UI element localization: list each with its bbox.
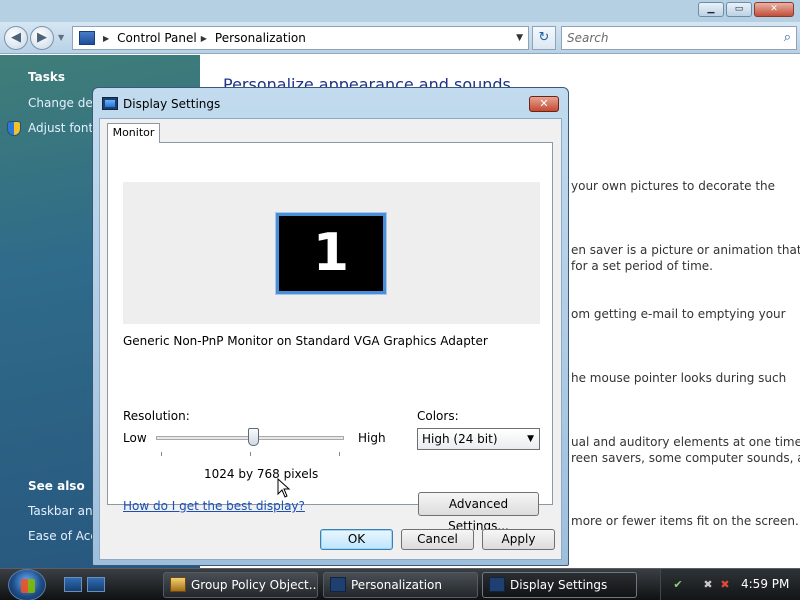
resolution-low-label: Low	[123, 431, 147, 445]
taskbar-button-display-settings[interactable]: Display Settings	[482, 572, 637, 598]
slider-tick	[161, 452, 162, 456]
content-description: en saver is a picture or animation that	[571, 243, 800, 257]
show-desktop-icon[interactable]	[64, 577, 82, 592]
slider-tick	[250, 452, 251, 456]
window-caption-buttons: ▁ ▭ ✕	[698, 2, 794, 17]
dialog-body: Monitor 1 Generic Non-PnP Monitor on Sta…	[99, 118, 562, 560]
search-input[interactable]: Search ⌕	[561, 26, 797, 50]
resolution-high-label: High	[358, 431, 386, 445]
personalization-icon	[330, 577, 346, 592]
control-panel-icon	[79, 31, 95, 45]
monitor-preview-area: 1	[123, 182, 540, 324]
clock[interactable]: 4:59 PM	[741, 577, 789, 591]
dialog-close-button[interactable]: ✕	[529, 96, 559, 112]
start-button[interactable]	[8, 569, 46, 600]
cancel-button[interactable]: Cancel	[401, 529, 474, 550]
chevron-down-icon: ▼	[527, 434, 534, 444]
address-bar[interactable]: ▶ Control Panel ▶ Personalization ▼	[72, 26, 529, 50]
colors-select[interactable]: High (24 bit) ▼	[417, 428, 540, 450]
display-settings-icon	[102, 97, 118, 110]
shield-icon	[7, 121, 21, 136]
maximize-button[interactable]: ▭	[726, 2, 752, 17]
refresh-button[interactable]: ↻	[532, 26, 556, 50]
content-description: your own pictures to decorate the	[571, 179, 776, 193]
system-tray: ✔ ✖ ✖ 4:59 PM	[660, 569, 800, 600]
content-description: for a set period of time.	[571, 259, 713, 273]
tasks-heading: Tasks	[28, 70, 66, 84]
see-also-heading: See also	[28, 479, 85, 493]
mouse-cursor-icon	[277, 478, 291, 498]
slider-tick	[339, 452, 340, 456]
taskbar: Group Policy Object... Personalization D…	[0, 568, 800, 600]
display-settings-icon	[489, 577, 505, 592]
breadcrumb-personalization[interactable]: Personalization	[215, 31, 306, 45]
taskbar-button-label: Display Settings	[510, 578, 608, 592]
content-description: ual and auditory elements at one time	[571, 435, 800, 449]
taskbar-button-label: Group Policy Object...	[191, 578, 318, 592]
advanced-settings-button[interactable]: Advanced Settings...	[418, 492, 539, 533]
resolution-slider-thumb[interactable]	[248, 428, 259, 446]
colors-selected-value: High (24 bit)	[422, 432, 498, 446]
monitor-1-icon[interactable]: 1	[275, 212, 387, 295]
content-description: om getting e-mail to emptying your	[571, 307, 786, 321]
close-button[interactable]: ✕	[754, 2, 794, 17]
content-description: more or fewer items fit on the screen.	[571, 514, 799, 528]
resolution-label: Resolution:	[123, 409, 190, 423]
colors-label: Colors:	[417, 409, 459, 423]
forward-button[interactable]: ▶	[30, 26, 54, 50]
see-also-link-taskbar[interactable]: Taskbar and	[28, 504, 100, 518]
display-settings-dialog: Display Settings ✕ Monitor 1 Generic Non…	[92, 87, 569, 566]
dialog-title: Display Settings	[123, 97, 221, 111]
switch-windows-icon[interactable]	[87, 577, 105, 592]
address-toolbar: ◀ ▶ ▼ ▶ Control Panel ▶ Personalization …	[0, 22, 800, 54]
network-icon[interactable]: ✔	[671, 578, 685, 591]
monitor-tab-panel: 1 Generic Non-PnP Monitor on Standard VG…	[107, 142, 553, 533]
search-placeholder: Search	[567, 31, 609, 45]
content-description: he mouse pointer looks during such	[571, 371, 787, 385]
apply-button[interactable]: Apply	[482, 529, 555, 550]
ok-button[interactable]: OK	[320, 529, 393, 550]
taskbar-button-label: Personalization	[351, 578, 442, 592]
minimize-button[interactable]: ▁	[698, 2, 724, 17]
window-titlebar: ▁ ▭ ✕	[0, 0, 800, 22]
content-description: reen savers, some computer sounds, and	[571, 451, 800, 465]
tab-monitor[interactable]: Monitor	[107, 123, 160, 143]
taskbar-button-group-policy[interactable]: Group Policy Object...	[163, 572, 318, 598]
breadcrumb-separator-icon[interactable]: ▶	[103, 34, 109, 43]
volume-muted-icon[interactable]: ✖	[718, 578, 732, 591]
group-policy-icon	[170, 577, 186, 592]
recent-pages-dropdown-icon[interactable]: ▼	[58, 33, 64, 42]
back-button[interactable]: ◀	[4, 26, 28, 50]
network-disconnected-icon[interactable]: ✖	[701, 578, 715, 591]
breadcrumb-separator-icon[interactable]: ▶	[201, 34, 207, 43]
taskbar-button-personalization[interactable]: Personalization	[323, 572, 478, 598]
address-dropdown-icon[interactable]: ▼	[516, 33, 523, 43]
best-display-help-link[interactable]: How do I get the best display?	[123, 499, 305, 513]
search-icon[interactable]: ⌕	[784, 27, 791, 49]
monitor-adapter-label: Generic Non-PnP Monitor on Standard VGA …	[123, 334, 488, 348]
breadcrumb-control-panel[interactable]: Control Panel	[117, 31, 197, 45]
resolution-value: 1024 by 768 pixels	[204, 467, 319, 481]
